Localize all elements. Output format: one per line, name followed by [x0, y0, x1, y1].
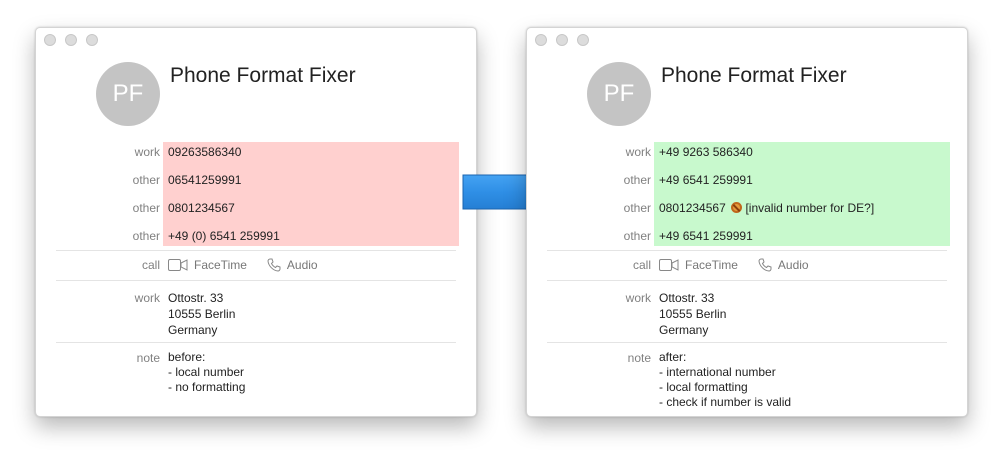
phone-icon — [758, 258, 772, 272]
prohibited-icon — [731, 202, 743, 213]
phone-value[interactable]: +49 9263 586340 — [659, 144, 753, 160]
phone-value-with-warning[interactable]: 0801234567 [invalid number for DE?] — [659, 200, 874, 216]
contact-name: Phone Format Fixer — [661, 64, 847, 87]
contact-window-before: PF Phone Format Fixer work 09263586340 o… — [35, 27, 477, 417]
address-value[interactable]: Ottostr. 33 10555 Berlin Germany — [659, 290, 726, 338]
phone-label: other — [132, 173, 160, 187]
divider — [56, 342, 456, 343]
phone-value[interactable]: 09263586340 — [168, 144, 241, 160]
phone-value[interactable]: 0801234567 — [168, 200, 235, 216]
address-label: work — [134, 291, 160, 305]
video-camera-icon — [659, 259, 679, 271]
phone-row[interactable]: work +49 9263 586340 — [527, 144, 967, 160]
phone-label: other — [132, 201, 160, 215]
divider — [56, 280, 456, 281]
note-row[interactable]: note after: - international number - loc… — [527, 350, 967, 409]
divider — [547, 280, 947, 281]
divider — [547, 342, 947, 343]
call-label: call — [632, 258, 651, 272]
call-label: call — [141, 258, 160, 272]
note-row[interactable]: note before: - local number - no formatt… — [36, 350, 476, 394]
zoom-button[interactable] — [86, 34, 98, 46]
phone-value[interactable]: 06541259991 — [168, 172, 241, 188]
phone-label: other — [623, 229, 651, 243]
phone-label: work — [134, 145, 160, 159]
phone-row[interactable]: other 0801234567 [invalid number for DE?… — [527, 200, 967, 216]
call-row: call FaceTime Audio — [36, 257, 476, 273]
window-controls — [44, 34, 98, 46]
minimize-button[interactable] — [556, 34, 568, 46]
invalid-warning: [invalid number for DE?] — [745, 201, 875, 215]
minimize-button[interactable] — [65, 34, 77, 46]
phone-value: 0801234567 — [659, 201, 726, 215]
phone-value[interactable]: +49 (0) 6541 259991 — [168, 228, 280, 244]
contact-window-after: PF Phone Format Fixer work +49 9263 5863… — [526, 27, 968, 417]
phone-value[interactable]: +49 6541 259991 — [659, 228, 753, 244]
phone-row[interactable]: work 09263586340 — [36, 144, 476, 160]
phone-row[interactable]: other +49 6541 259991 — [527, 172, 967, 188]
audio-button[interactable]: Audio — [267, 257, 318, 273]
address-label: work — [625, 291, 651, 305]
audio-button[interactable]: Audio — [758, 257, 809, 273]
close-button[interactable] — [44, 34, 56, 46]
divider — [547, 250, 947, 251]
note-label: note — [627, 351, 651, 365]
facetime-button[interactable]: FaceTime — [168, 257, 247, 273]
contact-name: Phone Format Fixer — [170, 64, 356, 87]
facetime-label: FaceTime — [685, 258, 738, 272]
call-actions: FaceTime Audio — [168, 257, 318, 273]
address-row[interactable]: work Ottostr. 33 10555 Berlin Germany — [36, 290, 476, 337]
phone-label: other — [623, 173, 651, 187]
phone-row[interactable]: other 06541259991 — [36, 172, 476, 188]
avatar: PF — [587, 62, 651, 126]
note-value[interactable]: before: - local number - no formatting — [168, 350, 245, 395]
phone-label: work — [625, 145, 651, 159]
phone-label: other — [623, 201, 651, 215]
address-row[interactable]: work Ottostr. 33 10555 Berlin Germany — [527, 290, 967, 337]
note-label: note — [136, 351, 160, 365]
avatar: PF — [96, 62, 160, 126]
zoom-button[interactable] — [577, 34, 589, 46]
phone-icon — [267, 258, 281, 272]
phone-value[interactable]: +49 6541 259991 — [659, 172, 753, 188]
audio-label: Audio — [777, 258, 809, 272]
address-value[interactable]: Ottostr. 33 10555 Berlin Germany — [168, 290, 235, 338]
video-camera-icon — [168, 259, 188, 271]
divider — [56, 250, 456, 251]
phone-label: other — [132, 229, 160, 243]
close-button[interactable] — [535, 34, 547, 46]
phone-row[interactable]: other 0801234567 — [36, 200, 476, 216]
audio-label: Audio — [286, 258, 318, 272]
phone-row[interactable]: other +49 6541 259991 — [527, 228, 967, 244]
call-actions: FaceTime Audio — [659, 257, 809, 273]
phone-row[interactable]: other +49 (0) 6541 259991 — [36, 228, 476, 244]
window-controls — [535, 34, 589, 46]
facetime-label: FaceTime — [194, 258, 247, 272]
facetime-button[interactable]: FaceTime — [659, 257, 738, 273]
note-value[interactable]: after: - international number - local fo… — [659, 350, 791, 410]
call-row: call FaceTime Audio — [527, 257, 967, 273]
